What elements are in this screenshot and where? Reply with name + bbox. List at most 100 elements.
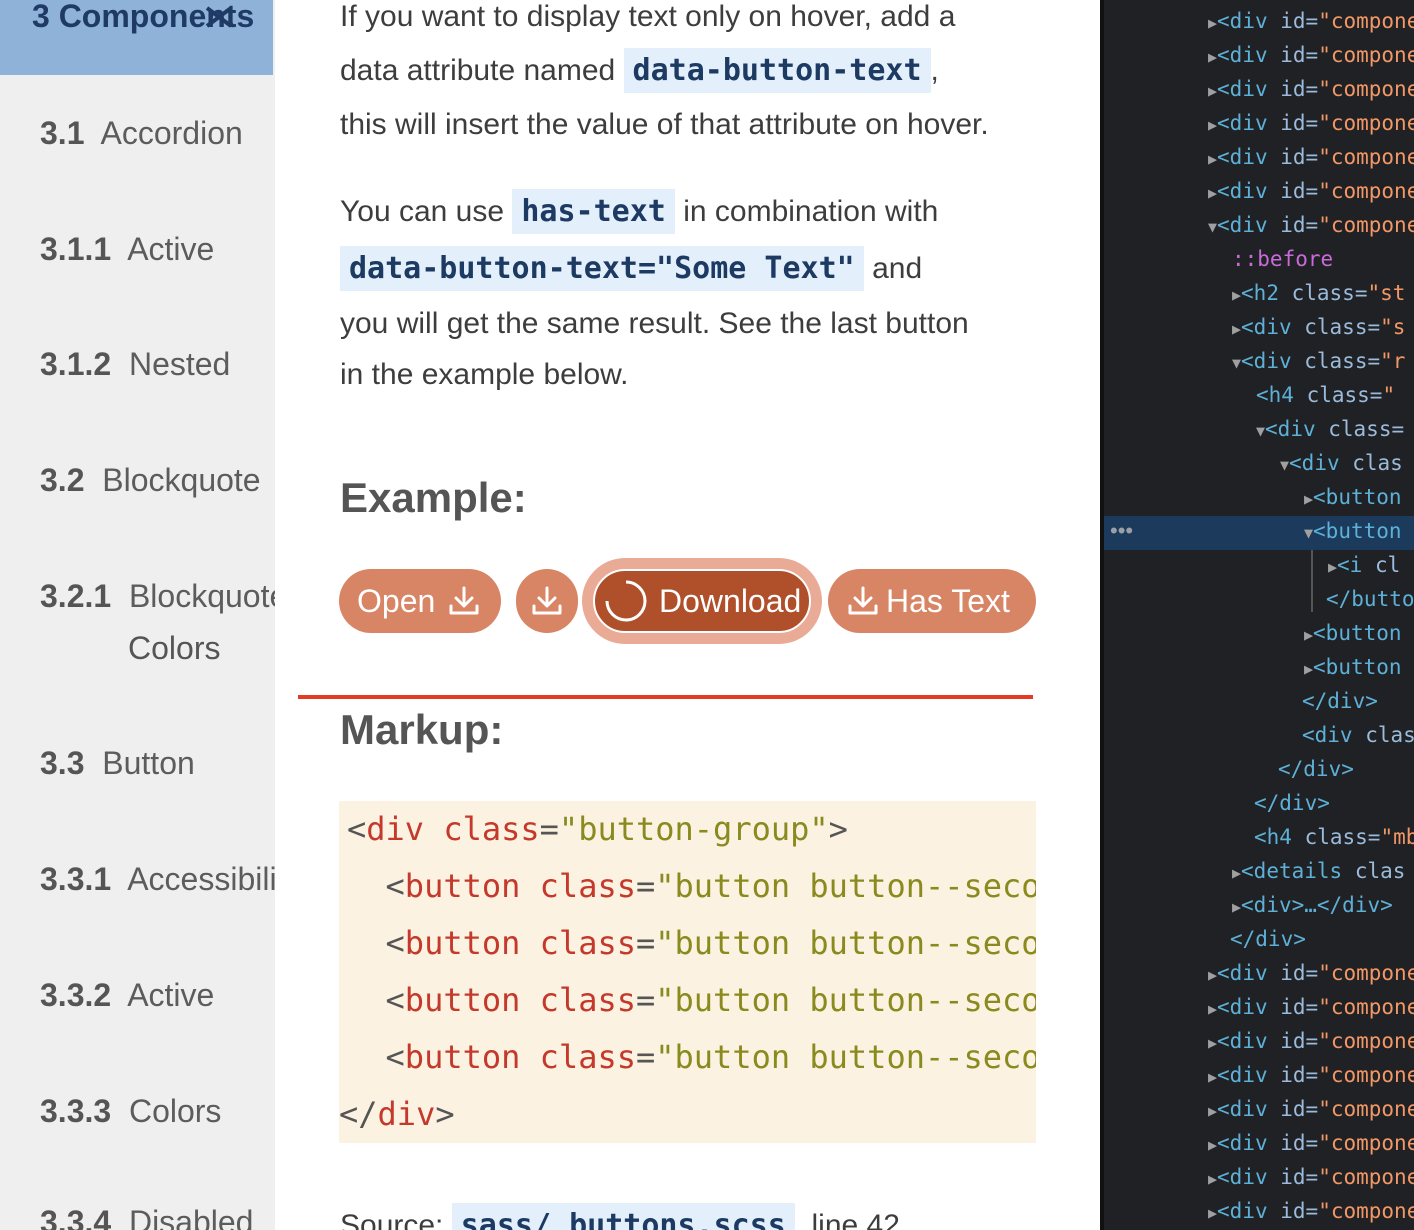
dom-node-line[interactable]: ▶<div class="s [1232,310,1405,344]
dom-node-tag: </div> [1230,927,1306,951]
dom-node-line[interactable]: ▶<div id="component- [1208,1024,1414,1058]
dom-node-line[interactable]: ▼<div id="component- [1208,208,1414,242]
dom-node-line[interactable]: ▶<div id="component- [1208,106,1414,140]
sidebar-item-button[interactable]: 3.3 Button [40,737,195,789]
dom-node-line[interactable]: </div> [1230,922,1306,956]
sidebar-item-blockquote[interactable]: 3.2 Blockquote [40,454,261,506]
expand-triangle-closed-icon[interactable]: ▶ [1208,150,1217,168]
dom-node-line[interactable]: ▶<div id="component- [1208,1092,1414,1126]
dom-node-line[interactable]: ▶<div id="component- [1208,1194,1414,1228]
expand-triangle-closed-icon[interactable]: ▶ [1304,490,1313,508]
dom-node-line[interactable]: <h4 class="mb [1254,820,1414,854]
expand-triangle-open-icon[interactable]: ▼ [1208,218,1217,236]
sidebar-item-label: Nested [128,346,231,382]
expand-triangle-closed-icon[interactable]: ▶ [1208,1170,1217,1188]
dom-node-line[interactable]: ▼<button [1304,514,1402,548]
has-text-button[interactable]: Has Text [828,569,1036,633]
dom-node-line[interactable]: ▶<i cl [1328,548,1400,582]
expand-triangle-closed-icon[interactable]: ▶ [1304,626,1313,644]
expand-triangle-closed-icon[interactable]: ▶ [1208,1136,1217,1154]
collapse-chevron-icon[interactable] [201,0,237,34]
dom-node-line[interactable]: ▶<button [1304,616,1402,650]
dom-node-line[interactable]: <div clas [1302,718,1414,752]
dom-node-line[interactable]: ▶<div id="component- [1208,140,1414,174]
text-span: data attribute named [340,54,624,87]
dom-node-line[interactable]: ▶<button [1304,480,1402,514]
expand-triangle-closed-icon[interactable]: ▶ [1232,320,1241,338]
sidebar-item-accordion[interactable]: 3.1 Accordion [40,107,243,159]
sidebar-item-active[interactable]: 3.1.1 Active [40,223,214,275]
download-button[interactable]: Download [593,569,811,633]
expand-triangle-closed-icon[interactable]: ▶ [1208,1068,1217,1086]
dom-node-line[interactable]: ▶<div id="component- [1208,38,1414,72]
dom-node-line[interactable]: ▼<div class="r [1232,344,1405,378]
dom-node-val: "component- [1318,9,1414,33]
expand-triangle-closed-icon[interactable]: ▶ [1328,558,1337,576]
dom-node-line[interactable]: </butto [1326,582,1414,616]
dom-node-attr: class= [1291,349,1381,373]
source-link[interactable]: sass/_buttons.scss [451,1203,795,1230]
dom-node-line[interactable]: ▶<div id="component- [1208,990,1414,1024]
sidebar-item-accessibility[interactable]: 3.3.1 Accessibility [40,853,275,905]
sidebar-item-colors[interactable]: 3.3.3 Colors [40,1085,221,1137]
sidebar-item-blockquote-colors[interactable]: 3.2.1 Blockquote [40,570,275,622]
dom-node-line[interactable]: </div> [1302,684,1378,718]
expand-triangle-closed-icon[interactable]: ▶ [1232,286,1241,304]
dom-node-line[interactable]: </div> [1254,786,1330,820]
expand-triangle-closed-icon[interactable]: ▶ [1208,82,1217,100]
open-button[interactable]: Open [339,569,501,633]
dom-node-tag: <div [1217,1029,1268,1053]
expand-triangle-closed-icon[interactable]: ▶ [1304,660,1313,678]
main-content: If you want to display text only on hove… [275,0,1100,1230]
dom-node-line[interactable]: ::before [1232,242,1333,276]
sidebar-item-active-2[interactable]: 3.3.2 Active [40,969,214,1021]
expand-triangle-open-icon[interactable]: ▼ [1232,354,1241,372]
code-punct: < [385,867,405,905]
node-actions-icon[interactable]: ••• [1110,516,1133,546]
expand-triangle-closed-icon[interactable]: ▶ [1208,184,1217,202]
code-tag: div [366,810,425,848]
dom-node-tag: <div [1217,179,1268,203]
dom-node-line[interactable]: ▶<div id="component- [1208,1058,1414,1092]
dom-node-line[interactable]: ▼<div class= [1256,412,1404,446]
dom-node-line[interactable]: ▶<div id="component- [1208,174,1414,208]
dom-node-line[interactable]: ▶<div id="component- [1208,4,1414,38]
expand-triangle-closed-icon[interactable]: ▶ [1208,116,1217,134]
dom-node-val: "component- [1318,77,1414,101]
sidebar-item-nested[interactable]: 3.1.2 Nested [40,338,230,390]
expand-triangle-closed-icon[interactable]: ▶ [1208,1000,1217,1018]
dom-node-line[interactable]: ▶<div id="component- [1208,72,1414,106]
expand-triangle-closed-icon[interactable]: ▶ [1208,1034,1217,1052]
dom-node-line[interactable]: </div> [1278,752,1354,786]
expand-triangle-closed-icon[interactable]: ▶ [1232,898,1241,916]
dom-node-line[interactable]: ▶<div id="component- [1208,956,1414,990]
example-heading: Example: [340,474,527,521]
dom-node-line[interactable]: <h4 class=" [1256,378,1395,412]
expand-triangle-closed-icon[interactable]: ▶ [1208,48,1217,66]
dom-node-line[interactable]: ▶<button [1304,650,1402,684]
expand-triangle-open-icon[interactable]: ▼ [1256,422,1265,440]
dom-node-line[interactable]: ▶<div id="component- [1208,1126,1414,1160]
dom-node-val: "component- [1318,111,1414,135]
dom-node-line[interactable]: ▶<details clas [1232,854,1405,888]
dom-node-val: "r [1380,349,1406,373]
expand-triangle-closed-icon[interactable]: ▶ [1208,1204,1217,1222]
expand-triangle-closed-icon[interactable]: ▶ [1232,864,1241,882]
expand-triangle-open-icon[interactable]: ▼ [1280,456,1289,474]
sidebar-item-components[interactable]: 3 Components [0,0,273,75]
download-icon-button[interactable] [516,569,578,633]
dom-node-line[interactable]: ▶<h2 class="st [1232,276,1405,310]
expand-triangle-closed-icon[interactable]: ▶ [1208,1102,1217,1120]
dom-node-line[interactable]: ▶<div>…</div> [1232,888,1393,922]
expand-triangle-closed-icon[interactable]: ▶ [1208,14,1217,32]
expand-triangle-closed-icon[interactable]: ▶ [1208,966,1217,984]
inline-code: data-button-text="Some Text" [340,246,864,291]
devtools-elements-panel: ••• ▶<div id="component-▶<div id="compon… [1100,0,1414,1230]
dom-node-attr: class= [1291,825,1381,849]
expand-triangle-open-icon[interactable]: ▼ [1304,524,1313,542]
sidebar-item-label-cont: Colors [128,630,221,666]
sidebar-item-disabled[interactable]: 3.3.4 Disabled [40,1196,253,1230]
dom-node-line[interactable]: ▶<div id="component- [1208,1160,1414,1194]
dom-node-line[interactable]: ▼<div clas [1280,446,1403,480]
